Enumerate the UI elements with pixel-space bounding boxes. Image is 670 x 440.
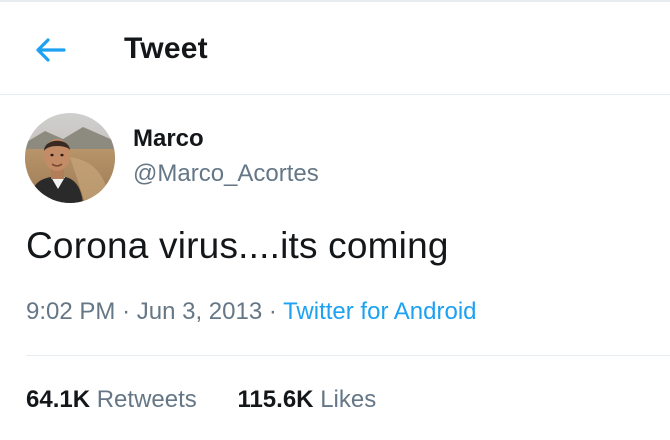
retweets-label: Retweets (96, 386, 197, 413)
avatar[interactable] (25, 113, 115, 203)
meta-separator: · (268, 298, 277, 325)
profile-photo-icon (25, 113, 115, 203)
tweet-time[interactable]: 9:02 PM (26, 298, 115, 325)
tweet-stats: 64.1K Retweets 115.6K Likes (26, 386, 376, 414)
tweet-text: Corona virus....its coming (26, 225, 449, 266)
author-handle[interactable]: @Marco_Acortes (133, 160, 319, 188)
divider (26, 355, 670, 356)
likes-label: Likes (320, 386, 377, 413)
likes-count: 115.6K (237, 386, 314, 413)
back-button[interactable] (30, 30, 70, 70)
page-title: Tweet (124, 32, 208, 65)
tweet-date[interactable]: Jun 3, 2013 (137, 298, 262, 325)
retweets-stat[interactable]: 64.1K Retweets (26, 386, 197, 414)
meta-separator: · (122, 298, 131, 325)
retweets-count: 64.1K (26, 386, 91, 413)
page-header: Tweet (0, 2, 670, 95)
arrow-left-icon (36, 38, 66, 62)
tweet-source-link[interactable]: Twitter for Android (283, 298, 476, 325)
author-name[interactable]: Marco (133, 125, 204, 153)
tweet-meta: 9:02 PM · Jun 3, 2013 · Twitter for Andr… (26, 298, 477, 326)
likes-stat[interactable]: 115.6K Likes (237, 386, 376, 414)
